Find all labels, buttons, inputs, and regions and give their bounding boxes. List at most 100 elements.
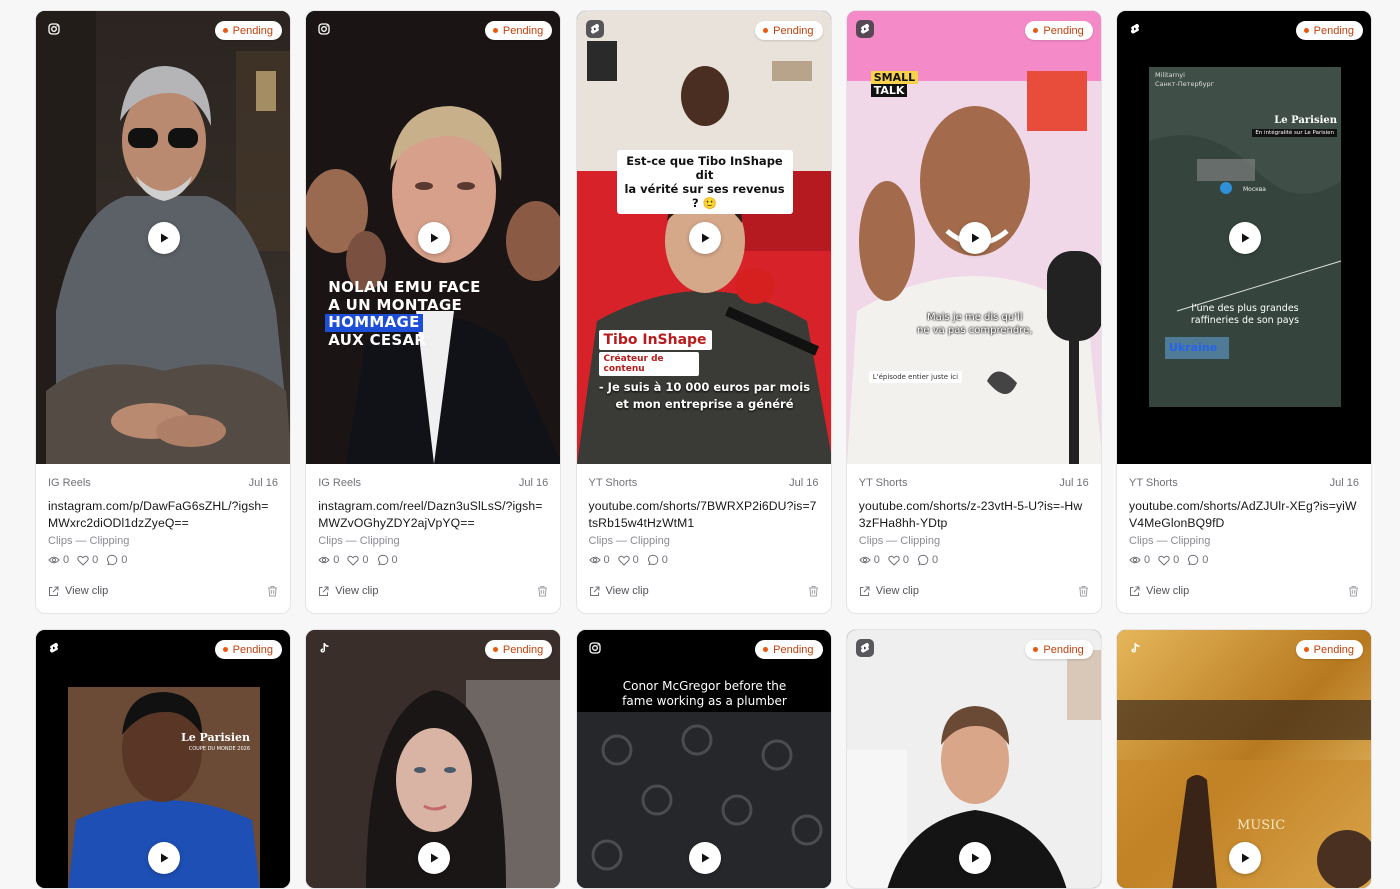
status-dot	[222, 28, 228, 33]
clip-url: youtube.com/shorts/AdZJUlr-XEg?is=yiWV4M…	[1129, 499, 1357, 530]
platform-label: YT Shorts	[1129, 477, 1178, 489]
trash-icon[interactable]	[1348, 585, 1359, 597]
status-badge-label: Pending	[502, 643, 544, 656]
play-icon	[431, 233, 439, 243]
likes-count: 0	[92, 554, 99, 566]
eye-icon	[588, 556, 601, 564]
trash-icon[interactable]	[537, 585, 548, 597]
heart-icon	[888, 555, 900, 566]
clip-thumbnail[interactable]: SMALL TALK Mais je me dis qu'il ne va pa…	[846, 11, 1101, 464]
status-dot	[1303, 647, 1309, 652]
comments-count: 0	[391, 554, 398, 566]
play-button[interactable]	[148, 222, 180, 254]
status-badge-label: Pending	[232, 24, 273, 37]
overlay-caption-line: ne va pas comprendre,	[917, 325, 1033, 336]
view-clip-label: View clip	[1146, 585, 1190, 597]
views-count: 0	[603, 554, 610, 566]
status-dot	[222, 647, 228, 652]
overlay-caption-line: et mon entreprise a généré	[615, 397, 794, 411]
play-button[interactable]	[1229, 222, 1261, 254]
status-badge-label: Pending	[773, 643, 814, 656]
status-badge-label: Pending	[1043, 24, 1084, 37]
overlay-logo-line: SMALL	[870, 71, 919, 84]
status-badge-label: Pending	[1043, 643, 1084, 656]
status-badge-label: Pending	[1313, 643, 1354, 656]
view-clip-button[interactable]: View clip	[589, 585, 649, 597]
likes-count: 0	[632, 554, 639, 566]
view-clip-button[interactable]: View clip	[1129, 585, 1189, 597]
tiktok-icon	[315, 639, 333, 657]
overlay-caption-line: HOMMAGE	[325, 313, 423, 332]
clip-date: Jul 16	[248, 477, 278, 489]
comments-count: 0	[1202, 554, 1209, 566]
eye-icon	[1129, 556, 1141, 564]
clip-thumbnail[interactable]: Le Parisien COUPE DU MONDE 2026 Pending	[36, 630, 290, 888]
platform-label: YT Shorts	[858, 477, 908, 489]
status-badge-label: Pending	[502, 24, 544, 37]
clip-thumbnail[interactable]: Pending	[36, 11, 290, 464]
comment-icon	[1188, 554, 1199, 566]
comment-icon	[107, 554, 118, 566]
views-count: 0	[1144, 554, 1151, 566]
trash-icon[interactable]	[808, 585, 819, 597]
view-clip-button[interactable]: View clip	[48, 585, 108, 597]
clip-card: MUSIC Pending	[1116, 629, 1372, 889]
comments-count: 0	[661, 554, 668, 566]
clip-thumbnail[interactable]: MUSIC Pending	[1117, 630, 1371, 888]
clip-thumbnail[interactable]: NOLAN EMU FACE A UN MONTAGE HOMMAGE AUX …	[306, 11, 561, 464]
clip-thumbnail[interactable]: Pending	[846, 630, 1101, 888]
view-clip-button[interactable]: View clip	[318, 585, 378, 597]
trash-icon[interactable]	[1078, 585, 1089, 597]
clip-thumbnail[interactable]: Est-ce que Tibo InShape dit la vérité su…	[576, 11, 831, 464]
le-parisien-logo: Le Parisien	[180, 731, 250, 744]
clip-date: Jul 16	[518, 477, 549, 489]
status-badge-label: Pending	[1313, 24, 1354, 37]
overlay-caption-line: Conor McGregor before the	[622, 679, 787, 693]
clip-thumbnail[interactable]: Conor McGregor before the fame working a…	[576, 630, 831, 888]
view-clip-button[interactable]: View clip	[859, 585, 919, 597]
views-count: 0	[873, 554, 880, 566]
status-badge: Pending	[484, 640, 553, 659]
play-button[interactable]	[688, 222, 721, 254]
play-icon	[1242, 233, 1250, 243]
overlay-caption-line: Mais je me dis qu'il	[926, 312, 1023, 323]
clip-card: SMALL TALK Mais je me dis qu'il ne va pa…	[845, 10, 1102, 614]
status-badge: Pending	[484, 21, 553, 40]
platform-label: YT Shorts	[588, 477, 638, 489]
clip-thumbnail[interactable]: Pending	[306, 630, 561, 888]
campaign-label: Clips — Clipping	[1129, 535, 1211, 547]
map-label: Москва	[1243, 186, 1266, 193]
overlay-caption-line: Est-ce que Tibo InShape dit	[626, 154, 783, 182]
status-badge: Pending	[1025, 21, 1093, 40]
clip-card: NOLAN EMU FACE A UN MONTAGE HOMMAGE AUX …	[305, 10, 562, 614]
overlay-caption-line: - Je suis à 10 000 euros par mois	[598, 380, 811, 394]
clip-stats: 0 0 0	[588, 554, 819, 566]
status-dot	[492, 28, 498, 33]
clip-url: youtube.com/shorts/z-23vtH-5-U?is=-Hw3zF…	[858, 499, 1083, 530]
status-badge: Pending	[1295, 21, 1363, 40]
clip-thumbnail[interactable]: Militarnyi Санкт-Петербург Le Parisien E…	[1117, 11, 1371, 464]
campaign-label: Clips — Clipping	[318, 535, 400, 547]
clip-stats: 0 0 0	[48, 554, 278, 566]
status-badge: Pending	[214, 21, 282, 40]
play-icon	[971, 233, 980, 243]
platform-label: IG Reels	[318, 477, 362, 489]
campaign-label: Clips — Clipping	[588, 535, 670, 547]
youtube-shorts-icon	[585, 20, 604, 38]
comment-icon	[647, 554, 659, 566]
trash-icon[interactable]	[267, 585, 278, 597]
views-count: 0	[63, 554, 70, 566]
play-button[interactable]	[418, 222, 451, 254]
eye-icon	[318, 556, 330, 564]
status-badge-label: Pending	[232, 643, 273, 656]
instagram-icon	[586, 639, 604, 657]
clip-date: Jul 16	[789, 477, 819, 489]
overlay-caption-line: l'une des plus grandes	[1191, 303, 1299, 314]
play-icon	[701, 853, 709, 863]
youtube-shorts-icon	[45, 639, 63, 657]
clip-card: Est-ce que Tibo InShape dit la vérité su…	[575, 10, 832, 614]
external-link-icon	[49, 586, 59, 596]
play-icon	[431, 853, 439, 863]
play-button[interactable]	[958, 222, 991, 254]
comments-count: 0	[932, 554, 939, 566]
